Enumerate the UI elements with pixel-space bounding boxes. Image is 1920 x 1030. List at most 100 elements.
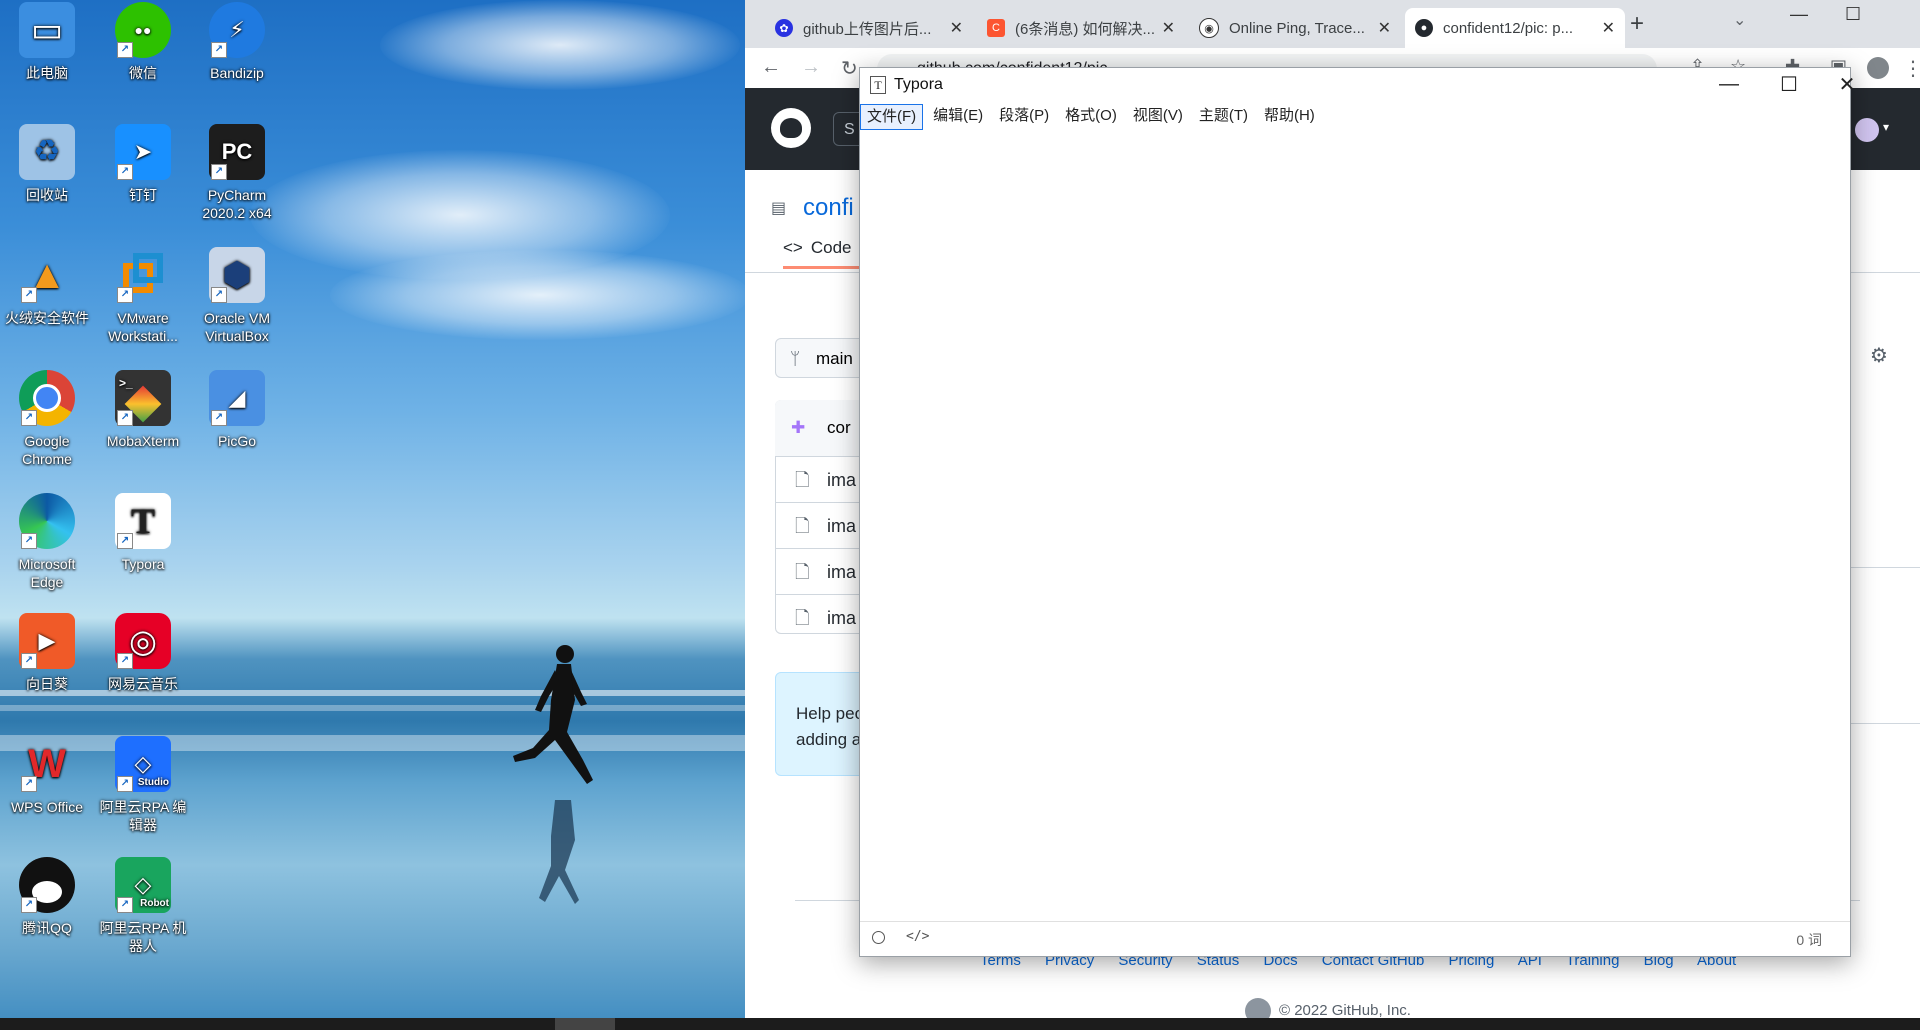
- csdn-icon: C: [987, 19, 1005, 37]
- shortcut-arrow-icon: ↗: [211, 287, 227, 303]
- menu-theme[interactable]: 主题(T): [1193, 104, 1254, 130]
- menu-help[interactable]: 帮助(H): [1258, 104, 1321, 130]
- desktop-icon-label: 网易云音乐: [108, 676, 178, 692]
- tab-search-icon[interactable]: ⌄: [1733, 10, 1746, 30]
- typora-menu-bar: 文件(F) 编辑(E) 段落(P) 格式(O) 视图(V) 主题(T) 帮助(H…: [860, 104, 1325, 130]
- desktop-icon-vmware[interactable]: ↗ VMware Workstati...: [98, 247, 188, 345]
- desktop-icon-recycle-bin[interactable]: ♻ 回收站: [2, 124, 92, 204]
- outline-toggle-icon[interactable]: [872, 931, 885, 944]
- desktop-icon-chrome[interactable]: ↗ Google Chrome: [2, 370, 92, 468]
- repo-name[interactable]: confi: [803, 194, 854, 222]
- recycle-bin-icon: ♻: [19, 124, 75, 180]
- menu-format[interactable]: 格式(O): [1059, 104, 1123, 130]
- desktop-icon-computer[interactable]: ▭ 此电脑: [2, 2, 92, 82]
- shortcut-arrow-icon: ↗: [117, 533, 133, 549]
- chrome-menu-icon[interactable]: ⋮: [1903, 56, 1920, 81]
- reload-icon[interactable]: ↻: [841, 56, 858, 81]
- desktop-icon-label: 阿里云RPA 机器人: [99, 920, 187, 954]
- typora-title-bar[interactable]: T Typora — ☐ ✕: [860, 68, 1855, 100]
- user-avatar-icon[interactable]: [1855, 118, 1879, 142]
- desktop-icon-picgo[interactable]: ◢ ↗ PicGo: [192, 370, 282, 450]
- desktop-icon-edge[interactable]: ↗ Microsoft Edge: [2, 493, 92, 591]
- desktop-icon-wps[interactable]: W ↗ WPS Office: [2, 736, 92, 816]
- code-icon: <>: [783, 238, 803, 257]
- tab-title: Online Ping, Trace...: [1229, 19, 1365, 37]
- window-title: Typora: [894, 76, 943, 93]
- desktop-icon-label: 钉钉: [129, 187, 157, 203]
- tab-title: confident12/pic: p...: [1443, 19, 1574, 37]
- qq-icon: ↗: [19, 857, 75, 913]
- close-tab-icon[interactable]: ✕: [1602, 18, 1615, 38]
- close-button[interactable]: ✕: [1818, 68, 1876, 100]
- desktop-icon-label: 腾讯QQ: [22, 920, 72, 936]
- desktop-icon-virtualbox[interactable]: ⬢ ↗ Oracle VM VirtualBox: [192, 247, 282, 345]
- back-icon[interactable]: ←: [761, 56, 781, 79]
- desktop-icon-pycharm[interactable]: PC ↗ PyCharm 2020.2 x64: [192, 124, 282, 222]
- desktop-icon-label: MobaXterm: [106, 433, 180, 449]
- menu-view[interactable]: 视图(V): [1127, 104, 1189, 130]
- desktop-icon-aliyun-rpa-studio[interactable]: ◇ Studio ↗ 阿里云RPA 编辑器: [98, 736, 188, 834]
- taskbar-item[interactable]: [555, 1018, 615, 1030]
- menu-edit[interactable]: 编辑(E): [927, 104, 989, 130]
- browser-tab-github[interactable]: ● confident12/pic: p... ✕: [1405, 8, 1625, 48]
- desktop-icon-mobaxterm[interactable]: >_ ↗ MobaXterm: [98, 370, 188, 450]
- settings-gear-icon[interactable]: ⚙: [1870, 343, 1888, 368]
- desktop-icon-wechat[interactable]: ●● ↗ 微信: [98, 2, 188, 82]
- github-logo-icon[interactable]: [771, 108, 811, 148]
- desktop-icon-label: Bandizip: [210, 65, 264, 81]
- desktop-icon-bandizip[interactable]: ⚡ ↗ Bandizip: [192, 2, 282, 82]
- shortcut-arrow-icon: ↗: [117, 42, 133, 58]
- chevron-down-icon[interactable]: ▾: [1883, 120, 1889, 134]
- browser-tab-ping[interactable]: ◉ Online Ping, Trace... ✕: [1189, 8, 1401, 48]
- desktop-icon-typora[interactable]: T ↗ Typora: [98, 493, 188, 573]
- forward-icon[interactable]: →: [801, 56, 821, 79]
- divider: [1845, 723, 1920, 724]
- shortcut-arrow-icon: ↗: [21, 533, 37, 549]
- shortcut-arrow-icon: ↗: [211, 410, 227, 426]
- tab-strip: ✿ github上传图片后... ✕ C (6条消息) 如何解决... ✕ ◉ …: [745, 0, 1920, 48]
- file-icon: 🗋: [795, 562, 810, 582]
- sunlogin-icon: ▶ ↗: [19, 613, 75, 669]
- desktop-icon-label: 此电脑: [26, 65, 68, 81]
- vmware-icon: ↗: [115, 247, 171, 303]
- close-tab-icon[interactable]: ✕: [950, 18, 963, 38]
- maximize-button[interactable]: ☐: [1760, 68, 1818, 100]
- taskbar: [0, 1018, 1920, 1030]
- shortcut-arrow-icon: ↗: [211, 42, 227, 58]
- desktop-icon-netease-music[interactable]: ◎ ↗ 网易云音乐: [98, 613, 188, 693]
- wps-icon: W ↗: [19, 736, 75, 792]
- close-tab-icon[interactable]: ✕: [1162, 18, 1175, 38]
- desktop-icon-dingtalk[interactable]: ➤ ↗ 钉钉: [98, 124, 188, 204]
- commit-avatar-icon: ✚: [791, 418, 806, 437]
- shortcut-arrow-icon: ↗: [21, 653, 37, 669]
- chrome-icon: ↗: [19, 370, 75, 426]
- desktop-icon-label: PyCharm 2020.2 x64: [202, 187, 272, 221]
- chrome-minimize-button[interactable]: —: [1790, 4, 1808, 25]
- browser-tab-csdn[interactable]: C (6条消息) 如何解决... ✕: [977, 8, 1185, 48]
- word-count[interactable]: 0 词: [1796, 930, 1822, 950]
- editor-area[interactable]: [860, 132, 1850, 922]
- desktop-icon-label: Microsoft Edge: [18, 556, 76, 590]
- desktop-icon-sunlogin[interactable]: ▶ ↗ 向日葵: [2, 613, 92, 693]
- browser-tab-baidu[interactable]: ✿ github上传图片后... ✕: [765, 8, 973, 48]
- huorong-icon: ▲ ↗: [19, 247, 75, 303]
- desktop-icon-label: Google Chrome: [22, 433, 72, 467]
- desktop-icon-aliyun-rpa-robot[interactable]: ◇ Robot ↗ 阿里云RPA 机器人: [98, 857, 188, 955]
- active-tab-underline: [783, 266, 863, 269]
- source-code-mode-icon[interactable]: </>: [906, 929, 929, 944]
- desktop-wallpaper: ▭ 此电脑 ●● ↗ 微信 ⚡ ↗ Bandizip ♻ 回收站 ➤ ↗ 钉钉 PC ↗ PyCharm 20…: [0, 0, 745, 1030]
- desktop-icon-huorong[interactable]: ▲ ↗ 火绒安全软件: [2, 247, 92, 327]
- runner-silhouette: [513, 645, 593, 904]
- minimize-button[interactable]: —: [1700, 68, 1758, 100]
- repo-icon: ▤: [771, 200, 787, 217]
- menu-file[interactable]: 文件(F): [860, 104, 924, 130]
- typora-app-icon: T: [870, 76, 886, 94]
- close-tab-icon[interactable]: ✕: [1378, 18, 1391, 38]
- tab-code[interactable]: <> Code: [783, 238, 852, 258]
- branch-icon: ᛘ: [790, 349, 801, 368]
- new-tab-button[interactable]: +: [1630, 10, 1644, 38]
- chrome-maximize-button[interactable]: ☐: [1845, 4, 1861, 25]
- divider: [1845, 567, 1920, 568]
- menu-paragraph[interactable]: 段落(P): [993, 104, 1055, 130]
- desktop-icon-qq[interactable]: ↗ 腾讯QQ: [2, 857, 92, 937]
